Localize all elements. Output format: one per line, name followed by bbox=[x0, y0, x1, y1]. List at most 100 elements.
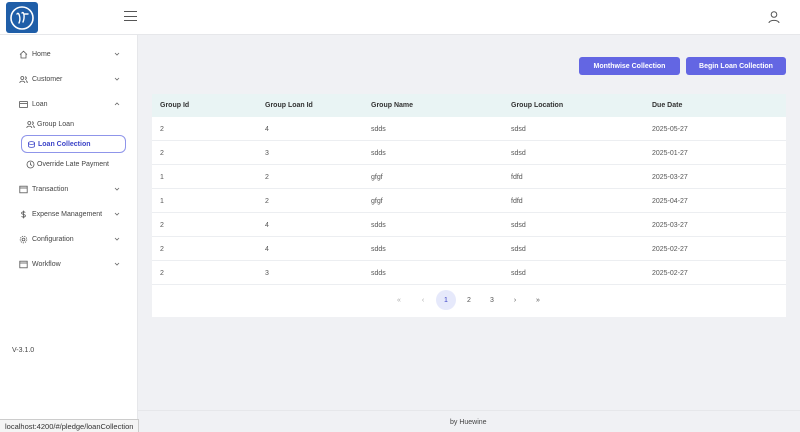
sidebar-subitem-label: Override Late Payment bbox=[37, 160, 109, 168]
group-name-cell: gfgf bbox=[371, 198, 383, 205]
due-date-cell: 2025-03-27 bbox=[652, 222, 688, 229]
table-row[interactable]: 2 4 sdds sdsd 2025-05-27 bbox=[152, 117, 786, 141]
sidebar-item-home[interactable]: Home bbox=[0, 44, 138, 64]
sidebar-item-label: Home bbox=[32, 50, 51, 58]
chevron-down-icon bbox=[113, 185, 121, 193]
due-date-cell: 2025-01-27 bbox=[652, 150, 688, 157]
group-name-cell: sdds bbox=[371, 270, 386, 277]
chevron-down-icon bbox=[113, 75, 121, 83]
sidebar-item-label: Workflow bbox=[32, 260, 61, 268]
column-header-group-id[interactable]: Group Id bbox=[160, 102, 189, 109]
loan-collection-table-card: Group Id Group Loan Id Group Name Group … bbox=[152, 94, 786, 317]
table-row[interactable]: 2 3 sdds sdsd 2025-02-27 bbox=[152, 261, 786, 285]
sidebar-item-label: Configuration bbox=[32, 235, 74, 243]
group-loan-id-cell: 4 bbox=[265, 222, 269, 229]
users-icon bbox=[26, 120, 35, 129]
group-location-cell: sdsd bbox=[511, 270, 526, 277]
footer-credit: by Huewine bbox=[450, 419, 487, 426]
column-header-group-location[interactable]: Group Location bbox=[511, 102, 563, 109]
logo-mark-icon bbox=[10, 5, 34, 30]
sidebar-item-label: Transaction bbox=[32, 185, 69, 193]
group-id-cell: 2 bbox=[160, 222, 164, 229]
group-loan-id-cell: 2 bbox=[265, 198, 269, 205]
table-row[interactable]: 2 4 sdds sdsd 2025-02-27 bbox=[152, 237, 786, 261]
chevron-down-icon bbox=[113, 235, 121, 243]
table-row[interactable]: 1 2 gfgf fdfd 2025-03-27 bbox=[152, 165, 786, 189]
sidebar-item-configuration[interactable]: Configuration bbox=[0, 229, 138, 249]
sidebar-subitem-loan-collection[interactable]: Loan Collection bbox=[21, 135, 126, 153]
group-id-cell: 1 bbox=[160, 174, 164, 181]
sidebar-item-label: Expense Management bbox=[32, 210, 103, 218]
group-loan-id-cell: 3 bbox=[265, 150, 269, 157]
users-icon bbox=[19, 75, 28, 84]
table-row[interactable]: 1 2 gfgf fdfd 2025-04-27 bbox=[152, 189, 786, 213]
hamburger-icon[interactable] bbox=[124, 11, 137, 23]
footer: by Huewine bbox=[138, 410, 800, 432]
group-location-cell: fdfd bbox=[511, 198, 523, 205]
page-3-button[interactable]: 3 bbox=[482, 290, 502, 310]
sidebar-item-loan[interactable]: Loan bbox=[0, 94, 138, 114]
due-date-cell: 2025-04-27 bbox=[652, 198, 688, 205]
first-page-button[interactable]: « bbox=[389, 290, 409, 310]
sidebar-item-transaction[interactable]: Transaction bbox=[0, 179, 138, 199]
group-location-cell: sdsd bbox=[511, 246, 526, 253]
group-loan-id-cell: 2 bbox=[265, 174, 269, 181]
sidebar-item-label: Customer bbox=[32, 75, 63, 83]
group-location-cell: sdsd bbox=[511, 150, 526, 157]
card-icon bbox=[19, 100, 28, 109]
page-2-button[interactable]: 2 bbox=[459, 290, 479, 310]
column-header-due-date[interactable]: Due Date bbox=[652, 102, 682, 109]
column-header-group-name[interactable]: Group Name bbox=[371, 102, 413, 109]
group-loan-id-cell: 4 bbox=[265, 246, 269, 253]
due-date-cell: 2025-02-27 bbox=[652, 246, 688, 253]
table-header: Group Id Group Loan Id Group Name Group … bbox=[152, 94, 786, 117]
group-location-cell: sdsd bbox=[511, 222, 526, 229]
table-row[interactable]: 2 4 sdds sdsd 2025-03-27 bbox=[152, 213, 786, 237]
group-location-cell: fdfd bbox=[511, 174, 523, 181]
user-icon[interactable] bbox=[767, 10, 781, 24]
table-row[interactable]: 2 3 sdds sdsd 2025-01-27 bbox=[152, 141, 786, 165]
window-icon bbox=[19, 185, 28, 194]
next-page-button[interactable]: › bbox=[505, 290, 525, 310]
status-bar-url: localhost:4200/#/pledge/loanCollection bbox=[0, 419, 140, 432]
sidebar-item-customer[interactable]: Customer bbox=[0, 69, 138, 89]
chevron-down-icon bbox=[113, 260, 121, 268]
sidebar-item-label: Loan bbox=[32, 100, 48, 108]
app-version: V-3.1.0 bbox=[12, 347, 35, 354]
sidebar-subitem-label: Loan Collection bbox=[38, 140, 91, 148]
group-loan-id-cell: 4 bbox=[265, 126, 269, 133]
group-name-cell: sdds bbox=[371, 222, 386, 229]
due-date-cell: 2025-03-27 bbox=[652, 174, 688, 181]
page-1-button[interactable]: 1 bbox=[436, 290, 456, 310]
group-id-cell: 2 bbox=[160, 246, 164, 253]
group-id-cell: 2 bbox=[160, 150, 164, 157]
coins-icon bbox=[27, 140, 36, 149]
sidebar-item-workflow[interactable]: Workflow bbox=[0, 254, 138, 274]
monthwise-collection-button[interactable]: Monthwise Collection bbox=[579, 57, 680, 75]
dollar-icon bbox=[19, 210, 28, 219]
prev-page-button[interactable]: ‹ bbox=[413, 290, 433, 310]
chevron-down-icon bbox=[113, 210, 121, 218]
group-location-cell: sdsd bbox=[511, 126, 526, 133]
group-loan-id-cell: 3 bbox=[265, 270, 269, 277]
chevron-up-icon bbox=[113, 100, 121, 108]
chevron-down-icon bbox=[113, 50, 121, 58]
brand-logo[interactable] bbox=[6, 2, 38, 33]
begin-loan-collection-button[interactable]: Begin Loan Collection bbox=[686, 57, 786, 75]
sidebar-item-expense-management[interactable]: Expense Management bbox=[0, 204, 138, 224]
last-page-button[interactable]: » bbox=[528, 290, 548, 310]
due-date-cell: 2025-05-27 bbox=[652, 126, 688, 133]
gear-icon bbox=[19, 235, 28, 244]
due-date-cell: 2025-02-27 bbox=[652, 270, 688, 277]
pagination: « ‹ 1 2 3 › » bbox=[152, 290, 786, 310]
group-name-cell: sdds bbox=[371, 126, 386, 133]
sidebar: Home Customer Loan Transaction Expense Manag… bbox=[0, 35, 138, 432]
sidebar-subitem-group-loan[interactable]: Group Loan bbox=[21, 115, 126, 133]
clock-icon bbox=[26, 160, 35, 169]
column-header-group-loan-id[interactable]: Group Loan Id bbox=[265, 102, 313, 109]
group-id-cell: 2 bbox=[160, 270, 164, 277]
group-id-cell: 2 bbox=[160, 126, 164, 133]
group-name-cell: sdds bbox=[371, 246, 386, 253]
group-id-cell: 1 bbox=[160, 198, 164, 205]
sidebar-subitem-override-late-payment[interactable]: Override Late Payment bbox=[21, 155, 126, 173]
